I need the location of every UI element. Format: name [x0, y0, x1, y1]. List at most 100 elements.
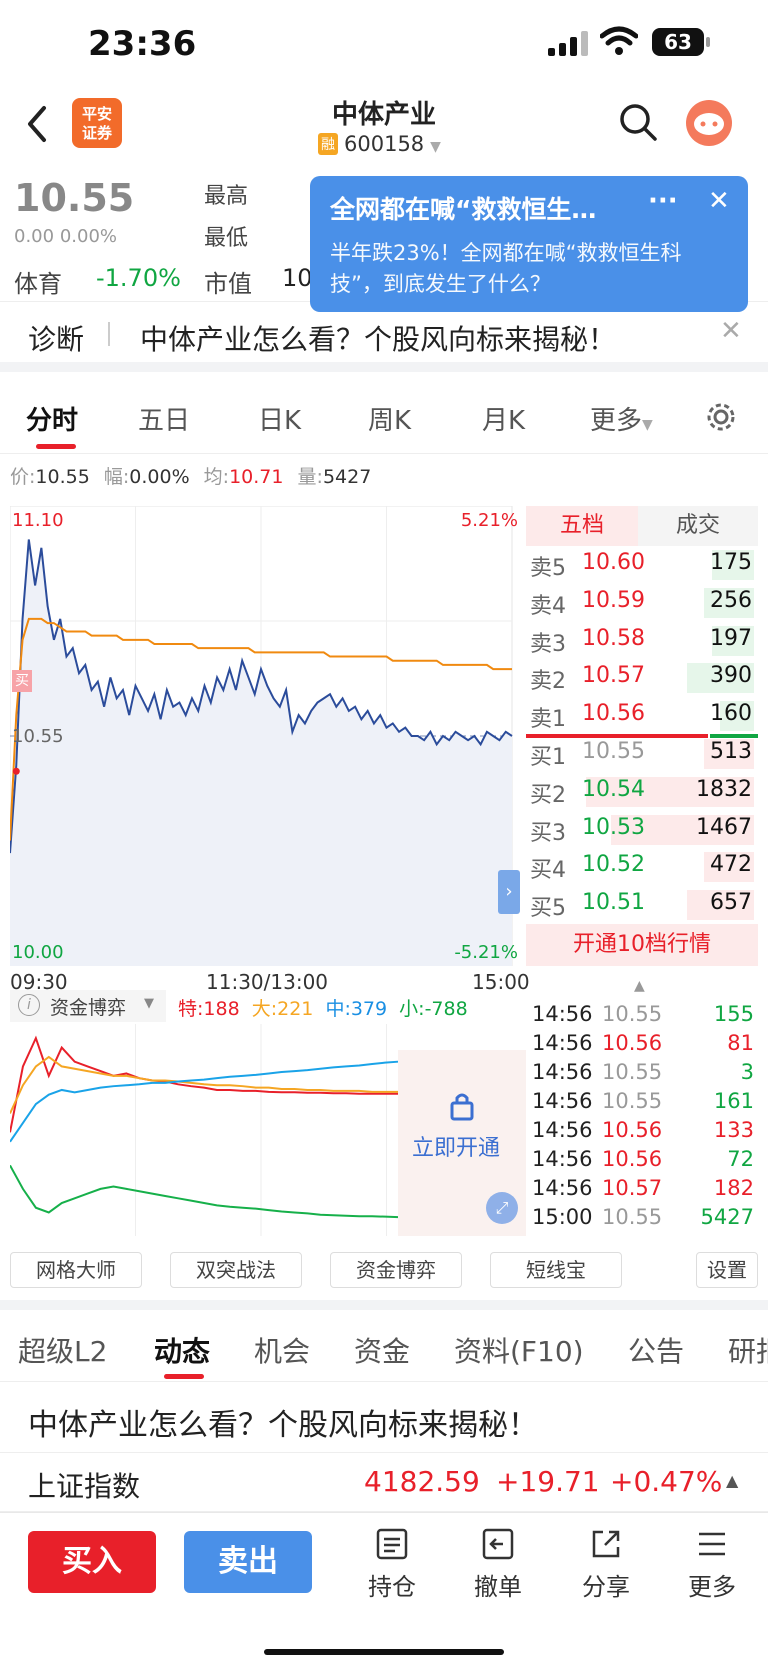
- trade-row: 14:56 10.56 81: [532, 1029, 754, 1057]
- level-volume: 513: [710, 739, 752, 764]
- status-bar: 23:36 63: [0, 0, 768, 90]
- intraday-chart[interactable]: 11.10 5.21% 10.55 10.00 -5.21% 买 ›: [9, 505, 526, 967]
- tab-5day[interactable]: 五日: [138, 400, 190, 437]
- tab-weekly-k[interactable]: 周K: [368, 400, 411, 437]
- trade-volume: 182: [713, 1176, 754, 1200]
- cap-value: 10: [282, 264, 313, 292]
- popup-more-button[interactable]: ···: [648, 186, 678, 216]
- assistant-avatar[interactable]: [686, 100, 732, 146]
- ask-row[interactable]: 卖4 10.59 256: [526, 584, 758, 620]
- tab-more-label: 更多: [590, 406, 643, 436]
- tab-dynamic[interactable]: 动态: [154, 1330, 210, 1370]
- settings-gear-icon[interactable]: [704, 400, 738, 434]
- scroll-up-icon[interactable]: ▲: [634, 978, 645, 994]
- share-label: 分享: [582, 1573, 630, 1601]
- tool-fund-game[interactable]: 资金博弈: [330, 1252, 462, 1288]
- upgrade-10-levels-button[interactable]: 开通10档行情: [526, 924, 758, 966]
- tab-daily-k[interactable]: 日K: [258, 400, 301, 437]
- locked-overlay[interactable]: 立即开通 ⤢: [398, 1050, 526, 1236]
- info-icon[interactable]: i: [18, 994, 40, 1016]
- search-icon[interactable]: [618, 102, 658, 142]
- tool-settings[interactable]: 设置: [696, 1252, 758, 1288]
- bid-row[interactable]: 买3 10.53 1467: [526, 811, 758, 847]
- bid-row[interactable]: 买1 10.55 513: [526, 735, 758, 771]
- broker-logo: 平安 证券: [72, 98, 122, 148]
- diag-label: 诊断: [28, 323, 85, 356]
- tab-five-levels[interactable]: 五档: [526, 506, 638, 546]
- chart-info-row: 价:10.55 幅:0.00% 均:10.71 量:5427: [10, 462, 371, 489]
- cancel-order-button[interactable]: 撤单: [458, 1527, 538, 1602]
- tab-reports[interactable]: 研报: [728, 1330, 768, 1370]
- trade-row: 14:56 10.56 133: [532, 1116, 754, 1144]
- level-price: 10.54: [582, 776, 645, 802]
- level-label: 卖4: [530, 593, 566, 619]
- fullscreen-icon[interactable]: ⤢: [486, 1192, 518, 1224]
- sell-button[interactable]: 卖出: [184, 1531, 312, 1593]
- tab-announcements[interactable]: 公告: [628, 1330, 684, 1370]
- diagnosis-banner[interactable]: 诊断 中体产业怎么看？个股风向标来揭秘！ ✕: [0, 302, 768, 372]
- expand-up-icon[interactable]: ▲: [726, 1471, 738, 1490]
- more-button[interactable]: 更多: [672, 1527, 752, 1602]
- tab-more[interactable]: 更多▼: [590, 400, 653, 437]
- active-tab-indicator: [164, 1374, 204, 1379]
- active-tab-indicator: [36, 444, 76, 449]
- tab-funds[interactable]: 资金: [354, 1330, 410, 1370]
- trade-volume: 133: [713, 1118, 754, 1142]
- expand-panel-button[interactable]: ›: [498, 870, 520, 914]
- level-label: 买4: [530, 858, 566, 884]
- index-ticker[interactable]: 上证指数 4182.59 +19.71 +0.47% ▲: [0, 1452, 768, 1512]
- level-price: 10.52: [582, 852, 645, 878]
- diag-text: 中体产业怎么看？个股风向标来揭秘！: [140, 323, 617, 356]
- trade-time: 15:00: [532, 1205, 593, 1229]
- legend-zhong-label: 中:: [325, 998, 351, 1020]
- subchart-label: 资金博弈: [50, 997, 127, 1019]
- ask-row[interactable]: 卖1 10.56 160: [526, 697, 758, 733]
- trade-volume: 5427: [700, 1205, 754, 1229]
- share-button[interactable]: 分享: [566, 1527, 646, 1602]
- dropdown-caret-icon: ▼: [430, 139, 441, 155]
- tab-f10[interactable]: 资料(F10): [454, 1330, 584, 1370]
- bid-row[interactable]: 买5 10.51 657: [526, 886, 758, 922]
- news-headline[interactable]: 中体产业怎么看？个股风向标来揭秘！: [28, 1400, 538, 1444]
- tab-super-l2[interactable]: 超级L2: [18, 1330, 107, 1370]
- popup-close-button[interactable]: ✕: [708, 186, 730, 216]
- cap-label: 市值: [204, 270, 252, 298]
- buy-point: [12, 767, 20, 775]
- ask-row[interactable]: 卖3 10.58 197: [526, 622, 758, 658]
- low-label: 最低: [204, 226, 249, 251]
- level-volume: 256: [710, 587, 752, 613]
- change-value: 0.00: [14, 226, 55, 247]
- sector-name[interactable]: 体育: [14, 264, 62, 299]
- trade-volume: 81: [727, 1031, 754, 1055]
- more-label: 更多: [688, 1573, 736, 1601]
- fund-flow-line-小: [10, 1164, 399, 1219]
- tab-opportunity[interactable]: 机会: [254, 1330, 310, 1370]
- holdings-button[interactable]: 持仓: [352, 1527, 432, 1602]
- tab-trades[interactable]: 成交: [638, 506, 758, 546]
- legend-te-label: 特:: [178, 998, 204, 1020]
- nav-bar: 中体产业 平安 证券 融 600158 ▼: [0, 90, 768, 162]
- subchart-selector[interactable]: i 资金博弈 ▼: [10, 990, 166, 1022]
- tool-grid-master[interactable]: 网格大师: [10, 1252, 142, 1288]
- bid-row[interactable]: 买4 10.52 472: [526, 848, 758, 884]
- tab-monthly-k[interactable]: 月K: [482, 400, 525, 437]
- ask-row[interactable]: 卖5 10.60 175: [526, 546, 758, 582]
- trade-time: 14:56: [532, 1031, 593, 1055]
- news-popup[interactable]: 全网都在喊“救救恒生… ··· ✕ 半年跌23%！全网都在喊“救救恒生科技”，到…: [310, 176, 748, 312]
- buy-button[interactable]: 买入: [28, 1531, 156, 1593]
- legend-da-label: 大:: [251, 998, 278, 1020]
- bid-row[interactable]: 买2 10.54 1832: [526, 773, 758, 809]
- tab-intraday[interactable]: 分时: [26, 400, 78, 437]
- trade-time: 14:56: [532, 1147, 593, 1171]
- tool-double-breakout[interactable]: 双突战法: [170, 1252, 302, 1288]
- stock-code-selector[interactable]: 融 600158 ▼: [318, 132, 441, 156]
- back-button[interactable]: [22, 102, 58, 146]
- intraday-chart-svg: [9, 505, 513, 967]
- ask-row[interactable]: 卖2 10.57 390: [526, 659, 758, 695]
- share-icon: [592, 1530, 620, 1558]
- tool-short-term[interactable]: 短线宝: [490, 1252, 622, 1288]
- holdings-label: 持仓: [368, 1573, 416, 1601]
- buy-marker[interactable]: 买: [12, 670, 32, 692]
- diag-close-button[interactable]: ✕: [720, 316, 742, 346]
- level-volume: 160: [710, 701, 752, 727]
